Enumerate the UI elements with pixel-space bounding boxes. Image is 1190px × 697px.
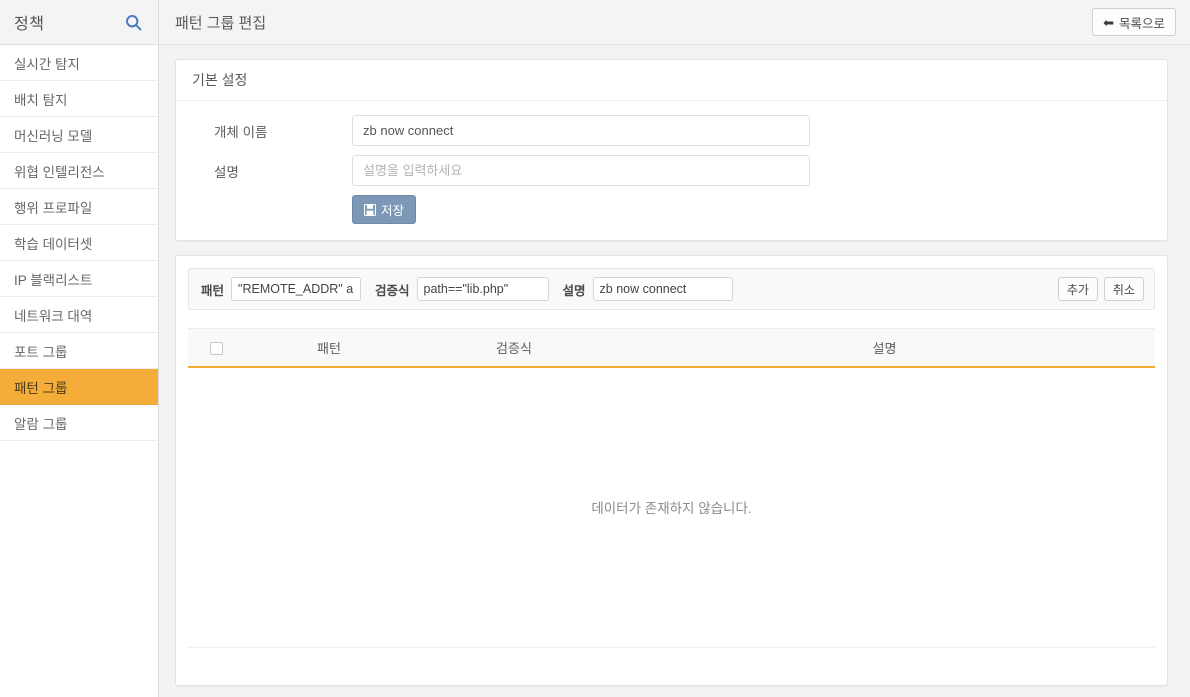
basic-settings-heading: 기본 설정 <box>176 60 1167 101</box>
sidebar-item-0[interactable]: 실시간 탐지 <box>0 45 158 81</box>
pattern-table-body: 데이터가 존재하지 않습니다. <box>188 367 1155 647</box>
sidebar: 정책 실시간 탐지배치 탐지머신러닝 모델위협 인텔리전스행위 프로파일학습 데… <box>0 0 159 697</box>
basic-settings-actions: 저장 <box>192 195 1151 224</box>
sidebar-title: 정책 <box>14 16 45 33</box>
sidebar-header: 정책 <box>0 0 158 45</box>
sidebar-item-3[interactable]: 위협 인텔리전스 <box>0 153 158 189</box>
sidebar-item-label: 포트 그룹 <box>14 344 68 360</box>
save-button[interactable]: 저장 <box>352 195 417 224</box>
pattern-list-body: 패턴 검증식 설명 추가 취소 <box>176 256 1167 685</box>
save-button-label: 저장 <box>381 204 405 218</box>
object-name-input[interactable] <box>352 115 810 146</box>
pattern-list-panel: 패턴 검증식 설명 추가 취소 <box>175 255 1168 686</box>
select-all-header <box>188 328 244 368</box>
sidebar-item-6[interactable]: IP 블랙리스트 <box>0 261 158 297</box>
sidebar-item-label: 학습 데이터셋 <box>14 236 93 252</box>
empty-state-message: 데이터가 존재하지 않습니다. <box>591 501 752 516</box>
sidebar-item-10[interactable]: 알람 그룹 <box>0 405 158 441</box>
pattern-entry-toolbar: 패턴 검증식 설명 추가 취소 <box>188 268 1155 310</box>
expression-field-label: 검증식 <box>375 283 410 298</box>
row-description-label: 설명 <box>562 283 586 298</box>
sidebar-item-7[interactable]: 네트워크 대역 <box>0 297 158 333</box>
basic-settings-panel: 기본 설정 개체 이름 설명 <box>175 59 1168 241</box>
column-header-expression[interactable]: 검증식 <box>414 328 614 368</box>
back-to-list-button[interactable]: ⬅ 목록으로 <box>1092 8 1176 36</box>
pattern-input[interactable] <box>231 277 362 301</box>
description-label: 설명 <box>214 164 239 180</box>
basic-settings-body: 개체 이름 설명 <box>176 101 1167 240</box>
object-name-label: 개체 이름 <box>214 124 268 140</box>
main-content: 패턴 그룹 편집 ⬅ 목록으로 기본 설정 개체 이름 설명 <box>159 0 1190 697</box>
sidebar-item-label: IP 블랙리스트 <box>14 272 93 288</box>
description-input[interactable] <box>352 155 810 186</box>
description-row: 설명 <box>192 155 1151 186</box>
column-header-description[interactable]: 설명 <box>614 328 1155 368</box>
sidebar-item-label: 행위 프로파일 <box>14 200 93 216</box>
sidebar-item-1[interactable]: 배치 탐지 <box>0 81 158 117</box>
add-button[interactable]: 추가 <box>1057 277 1098 301</box>
sidebar-item-2[interactable]: 머신러닝 모델 <box>0 117 158 153</box>
sidebar-item-label: 위협 인텔리전스 <box>14 164 105 180</box>
arrow-left-icon: ⬅ <box>1103 14 1114 30</box>
sidebar-item-4[interactable]: 행위 프로파일 <box>0 189 158 225</box>
sidebar-item-label: 네트워크 대역 <box>14 308 93 324</box>
row-description-input[interactable] <box>592 277 733 301</box>
sidebar-item-label: 패턴 그룹 <box>14 380 68 396</box>
sidebar-item-9[interactable]: 패턴 그룹 <box>0 369 158 405</box>
object-name-row: 개체 이름 <box>192 115 1151 146</box>
sidebar-item-label: 실시간 탐지 <box>14 56 80 72</box>
floppy-disk-icon <box>363 203 377 216</box>
pattern-table-wrapper: 패턴 검증식 설명 데이터가 존재하지 않습니다. <box>188 328 1155 685</box>
expression-input[interactable] <box>416 277 549 301</box>
pattern-table-footer <box>188 646 1155 685</box>
back-to-list-label: 목록으로 <box>1118 16 1165 31</box>
page-title: 패턴 그룹 편집 <box>175 14 267 32</box>
sidebar-menu: 실시간 탐지배치 탐지머신러닝 모델위협 인텔리전스행위 프로파일학습 데이터셋… <box>0 45 158 441</box>
sidebar-item-label: 머신러닝 모델 <box>14 128 93 144</box>
column-header-pattern[interactable]: 패턴 <box>244 328 414 368</box>
app-root: 정책 실시간 탐지배치 탐지머신러닝 모델위협 인텔리전스행위 프로파일학습 데… <box>0 0 1190 697</box>
pattern-field-label: 패턴 <box>201 283 225 298</box>
search-icon[interactable] <box>122 11 144 33</box>
table-header-row: 패턴 검증식 설명 <box>188 328 1155 368</box>
sidebar-item-8[interactable]: 포트 그룹 <box>0 333 158 369</box>
top-bar: 패턴 그룹 편집 ⬅ 목록으로 <box>159 0 1190 45</box>
sidebar-item-label: 알람 그룹 <box>14 416 68 432</box>
pattern-table-head: 패턴 검증식 설명 <box>188 328 1155 368</box>
empty-state-row: 데이터가 존재하지 않습니다. <box>188 367 1155 647</box>
sidebar-item-5[interactable]: 학습 데이터셋 <box>0 225 158 261</box>
pattern-table: 패턴 검증식 설명 데이터가 존재하지 않습니다. <box>188 328 1155 647</box>
cancel-button[interactable]: 취소 <box>1103 277 1144 301</box>
sidebar-item-label: 배치 탐지 <box>14 92 68 108</box>
select-all-checkbox[interactable] <box>209 341 223 355</box>
